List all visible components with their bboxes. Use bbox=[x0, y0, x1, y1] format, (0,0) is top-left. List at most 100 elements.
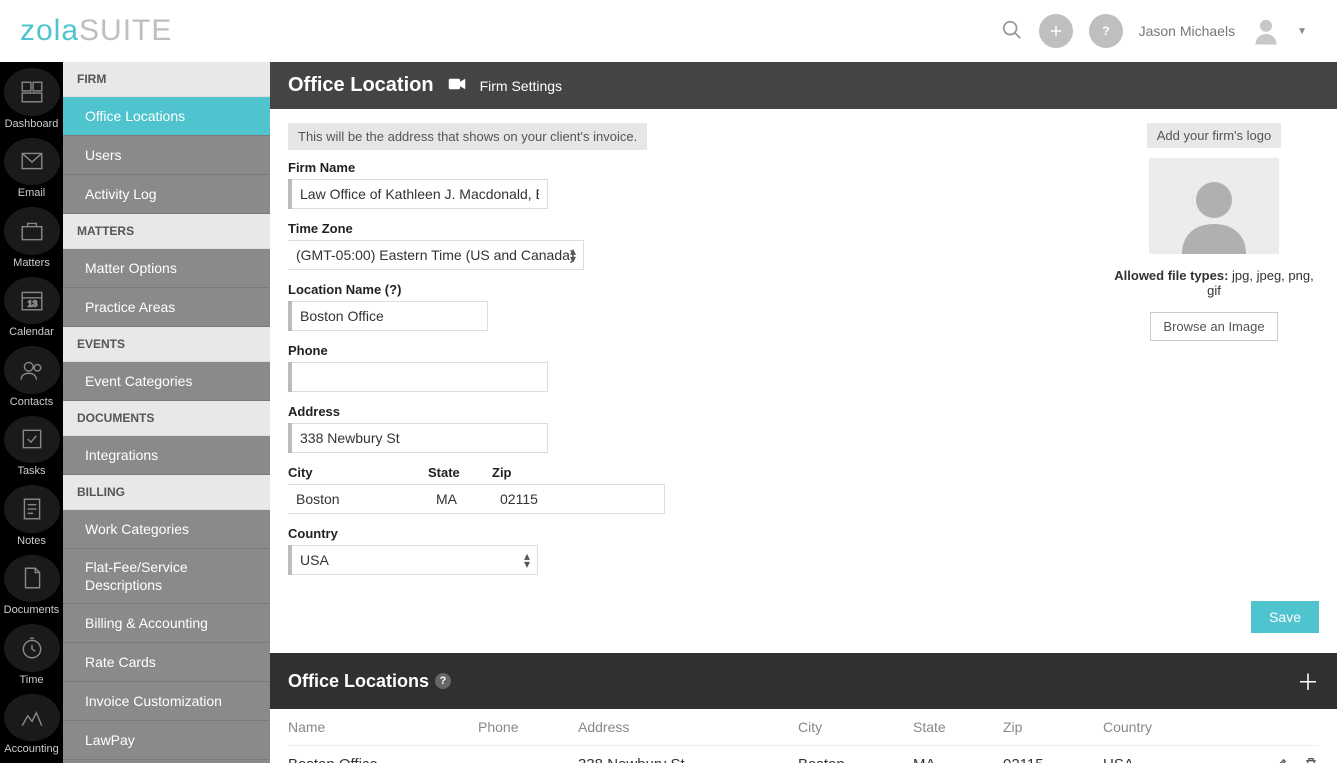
rail-label: Time bbox=[19, 674, 43, 686]
add-location-button[interactable]: ＋ bbox=[1297, 665, 1319, 697]
city-label: City bbox=[288, 465, 414, 480]
cell-country: USA bbox=[1103, 756, 1223, 763]
cell-address: 338 Newbury St bbox=[578, 756, 798, 763]
rail-label: Documents bbox=[4, 604, 60, 616]
rail-tasks[interactable] bbox=[4, 416, 60, 464]
rail-label: Dashboard bbox=[5, 118, 59, 130]
zip-label: Zip bbox=[492, 465, 547, 480]
location-name-label: Location Name (?) bbox=[288, 282, 808, 297]
rail-label: Calendar bbox=[9, 326, 54, 338]
table-row: Boston Office 338 Newbury St Boston MA 0… bbox=[288, 746, 1319, 763]
nav-rail: Dashboard Email Matters 13 Calendar Cont… bbox=[0, 62, 63, 763]
video-icon[interactable] bbox=[448, 77, 466, 94]
search-icon[interactable] bbox=[1001, 19, 1023, 44]
subnav-activity-log[interactable]: Activity Log bbox=[63, 175, 270, 214]
rail-label: Contacts bbox=[10, 396, 53, 408]
main-panel: Office Location Firm Settings This will … bbox=[270, 62, 1337, 763]
address-label: Address bbox=[288, 404, 808, 419]
zip-input[interactable] bbox=[492, 484, 665, 514]
cell-city: Boston bbox=[798, 756, 913, 763]
rail-calendar[interactable]: 13 bbox=[4, 277, 60, 325]
subnav-work-categories[interactable]: Work Categories bbox=[63, 510, 270, 549]
location-name-input[interactable] bbox=[292, 301, 488, 331]
rail-label: Tasks bbox=[17, 465, 45, 477]
subnav-invoice-customization[interactable]: Invoice Customization bbox=[63, 682, 270, 721]
chevron-down-icon[interactable]: ▼ bbox=[1297, 26, 1307, 37]
time-zone-select[interactable]: (GMT-05:00) Eastern Time (US and Canada) bbox=[288, 240, 584, 270]
time-zone-label: Time Zone bbox=[288, 221, 808, 236]
logo-placeholder[interactable] bbox=[1149, 158, 1279, 254]
top-bar: zolaSUITE ? Jason Michaels ▼ bbox=[0, 0, 1337, 62]
subnav-flat-fee[interactable]: Flat-Fee/Service Descriptions bbox=[63, 549, 270, 604]
col-country: Country bbox=[1103, 719, 1223, 735]
subnav-heading: BILLING bbox=[63, 475, 270, 510]
col-state: State bbox=[913, 719, 1003, 735]
subnav-matter-options[interactable]: Matter Options bbox=[63, 249, 270, 288]
phone-input[interactable] bbox=[292, 362, 548, 392]
avatar-icon[interactable] bbox=[1251, 16, 1281, 46]
phone-label: Phone bbox=[288, 343, 808, 358]
help-icon[interactable]: ? bbox=[1089, 14, 1123, 48]
country-label: Country bbox=[288, 526, 808, 541]
subnav-office-locations[interactable]: Office Locations bbox=[63, 97, 270, 136]
list-header: Office Locations ? ＋ bbox=[270, 653, 1337, 709]
help-badge-icon[interactable]: ? bbox=[435, 673, 451, 689]
subnav-event-categories[interactable]: Event Categories bbox=[63, 362, 270, 401]
svg-text:?: ? bbox=[1102, 24, 1109, 38]
locations-table: Name Phone Address City State Zip Countr… bbox=[270, 709, 1337, 763]
rail-time[interactable] bbox=[4, 624, 60, 672]
cell-name: Boston Office bbox=[288, 756, 478, 763]
country-select[interactable]: USA bbox=[292, 545, 538, 575]
rail-accounting[interactable] bbox=[4, 694, 60, 742]
add-icon[interactable] bbox=[1039, 14, 1073, 48]
rail-label: Email bbox=[18, 187, 46, 199]
subnav-integrations[interactable]: Integrations bbox=[63, 436, 270, 475]
edit-icon[interactable] bbox=[1273, 756, 1289, 763]
rail-dashboard[interactable] bbox=[4, 68, 60, 116]
rail-matters[interactable] bbox=[4, 207, 60, 255]
save-button[interactable]: Save bbox=[1251, 601, 1319, 633]
logo-hint: Add your firm's logo bbox=[1147, 123, 1281, 148]
list-title: Office Locations bbox=[288, 671, 429, 692]
col-zip: Zip bbox=[1003, 719, 1103, 735]
subnav-heading: MATTERS bbox=[63, 214, 270, 249]
logo-text-left: zola bbox=[20, 14, 79, 47]
subnav-heading: FIRM bbox=[63, 62, 270, 97]
address-input[interactable] bbox=[292, 423, 548, 453]
subnav-users[interactable]: Users bbox=[63, 136, 270, 175]
delete-icon[interactable] bbox=[1303, 756, 1319, 763]
breadcrumb: Firm Settings bbox=[480, 78, 562, 94]
rail-label: Matters bbox=[13, 257, 50, 269]
state-label: State bbox=[428, 465, 478, 480]
col-city: City bbox=[798, 719, 913, 735]
allowed-file-types: Allowed file types: jpg, jpeg, png, gif bbox=[1109, 268, 1319, 298]
form-column: This will be the address that shows on y… bbox=[288, 123, 808, 587]
rail-documents[interactable] bbox=[4, 555, 60, 603]
rail-contacts[interactable] bbox=[4, 346, 60, 394]
table-header: Name Phone Address City State Zip Countr… bbox=[288, 709, 1319, 746]
settings-subnav: FIRM Office Locations Users Activity Log… bbox=[63, 62, 270, 763]
subnav-rate-cards[interactable]: Rate Cards bbox=[63, 643, 270, 682]
col-address: Address bbox=[578, 719, 798, 735]
browse-image-button[interactable]: Browse an Image bbox=[1150, 312, 1277, 341]
firm-name-label: Firm Name bbox=[288, 160, 808, 175]
subnav-lawpay[interactable]: LawPay bbox=[63, 721, 270, 760]
subnav-practice-areas[interactable]: Practice Areas bbox=[63, 288, 270, 327]
subnav-billing-accounting[interactable]: Billing & Accounting bbox=[63, 604, 270, 643]
rail-notes[interactable] bbox=[4, 485, 60, 533]
svg-text:13: 13 bbox=[27, 299, 37, 309]
subnav-heading: DOCUMENTS bbox=[63, 401, 270, 436]
rail-email[interactable] bbox=[4, 138, 60, 186]
cell-zip: 02115 bbox=[1003, 756, 1103, 763]
logo-text-right: SUITE bbox=[79, 14, 172, 47]
page-title: Office Location bbox=[288, 74, 434, 97]
subnav-heading: EVENTS bbox=[63, 327, 270, 362]
app-logo: zolaSUITE bbox=[20, 14, 172, 48]
firm-name-input[interactable] bbox=[292, 179, 548, 209]
top-right: ? Jason Michaels ▼ bbox=[1001, 14, 1307, 48]
form-hint: This will be the address that shows on y… bbox=[288, 123, 647, 150]
rail-label: Accounting bbox=[4, 743, 58, 755]
col-name: Name bbox=[288, 719, 478, 735]
rail-label: Notes bbox=[17, 535, 46, 547]
col-phone: Phone bbox=[478, 719, 578, 735]
